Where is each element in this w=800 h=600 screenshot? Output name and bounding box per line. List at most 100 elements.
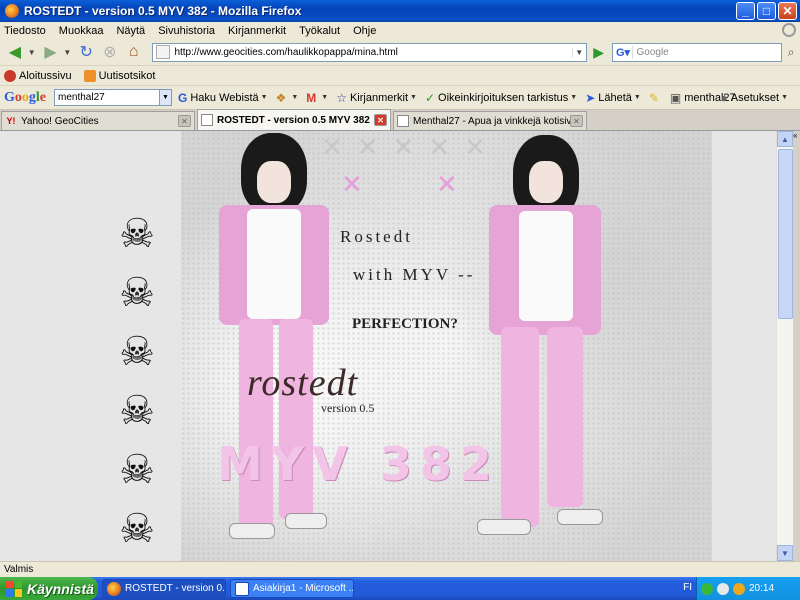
tab-yahoo-geocities[interactable]: Y! Yahoo! GeoCities ✕ xyxy=(1,111,195,130)
highlight-button[interactable]: ✎ xyxy=(649,91,662,105)
google-logo[interactable]: Google xyxy=(4,90,46,106)
chevron-down-icon[interactable]: ▼ xyxy=(410,94,417,101)
home-button[interactable]: ⌂ xyxy=(123,41,145,63)
status-bar: Valmis xyxy=(0,561,800,577)
url-text[interactable]: http://www.geocities.com/haulikkopappa/m… xyxy=(174,47,571,58)
chevron-down-icon[interactable]: ▼ xyxy=(634,94,641,101)
chevron-down-icon[interactable]: ▼ xyxy=(291,94,298,101)
navigation-toolbar: ◀ ▼ ▶ ▼ ↻ ⊗ ⌂ http://www.geocities.com/h… xyxy=(0,39,800,66)
title-bar: ROSTEDT - version 0.5 MYV 382 - Mozilla … xyxy=(0,0,800,22)
x-decoration: ✕✕✕✕✕ xyxy=(321,133,500,163)
google-bookmarks-button[interactable]: ☆ Kirjanmerkit ▼ xyxy=(336,91,417,105)
menu-view[interactable]: Näytä xyxy=(116,25,145,37)
tray-security-icon[interactable] xyxy=(733,582,745,595)
menu-edit[interactable]: Muokkaa xyxy=(59,25,104,37)
forward-history-dropdown-icon[interactable]: ▼ xyxy=(63,48,71,57)
gmail-button[interactable]: M ▼ xyxy=(306,91,328,105)
tray-network-icon[interactable] xyxy=(701,582,713,595)
page-favicon-icon xyxy=(156,45,171,59)
back-button[interactable]: ◀ xyxy=(4,41,26,63)
popup-blocker-button[interactable]: ❖ ▼ xyxy=(276,91,299,105)
version-text: version 0.5 xyxy=(321,401,375,415)
windows-taskbar: Käynnistä ROSTEDT - version 0.... Asiaki… xyxy=(0,577,800,600)
bookmark-icon xyxy=(4,69,16,82)
go-button[interactable]: ▶ xyxy=(589,42,609,62)
page-content: ☠ ☠ ☠ ☠ ☠ ☠ ✕✕✕✕✕ ✕ ✕ Rostedt with MYV -… xyxy=(0,131,776,561)
taskbar-item-label: Asiakirja1 - Microsoft ... xyxy=(253,583,354,594)
status-text: Valmis xyxy=(4,564,34,575)
chevron-down-icon[interactable]: ▼ xyxy=(781,94,788,101)
skull-crossbones-icon: ☠ xyxy=(119,389,155,433)
vertical-scrollbar[interactable]: ▲ ▼ xyxy=(776,131,793,561)
scroll-down-icon[interactable]: ▼ xyxy=(777,545,793,561)
myv-382-text: MYV 382 xyxy=(217,437,500,491)
language-indicator[interactable]: FI xyxy=(683,582,692,593)
start-button[interactable]: Käynnistä xyxy=(0,577,98,600)
tab-rostedt[interactable]: ROSTEDT - version 0.5 MYV 382 ✕ xyxy=(197,109,391,130)
google-g-icon: G xyxy=(178,90,188,105)
firefox-icon xyxy=(107,581,121,596)
bookmark-label: Aloitussivu xyxy=(19,69,72,82)
windows-logo-icon xyxy=(6,580,22,597)
taskbar-firefox[interactable]: ROSTEDT - version 0.... xyxy=(102,579,226,598)
menu-bar: Tiedosto Muokkaa Näytä Sivuhistoria Kirj… xyxy=(0,22,800,39)
bookmark-home[interactable]: Aloitussivu xyxy=(4,69,72,82)
forward-button[interactable]: ▶ xyxy=(40,41,62,63)
url-bar[interactable]: http://www.geocities.com/haulikkopappa/m… xyxy=(152,42,587,62)
start-label: Käynnistä xyxy=(27,580,94,597)
chevron-down-icon[interactable]: ▼ xyxy=(570,94,577,101)
tab-label: ROSTEDT - version 0.5 MYV 382 xyxy=(217,114,370,126)
tab-menthal27[interactable]: Menthal27 - Apua ja vinkkejä kotisivuj..… xyxy=(393,111,587,130)
x-decoration-pink: ✕ xyxy=(436,169,458,199)
tray-volume-icon[interactable] xyxy=(717,582,729,595)
search-web-label: Haku Webistä xyxy=(190,91,259,104)
system-tray: 20:14 xyxy=(696,577,800,600)
spellcheck-icon: ✓ xyxy=(424,90,436,105)
menu-history[interactable]: Sivuhistoria xyxy=(158,25,215,37)
google-bookmarks-label: Kirjanmerkit xyxy=(349,91,409,104)
send-button[interactable]: ➤ Lähetä ▼ xyxy=(585,91,641,105)
settings-label: Asetukset xyxy=(730,91,780,104)
close-button[interactable]: ✕ xyxy=(778,2,797,20)
back-history-dropdown-icon[interactable]: ▼ xyxy=(28,48,36,57)
tab-label: Menthal27 - Apua ja vinkkejä kotisivuj..… xyxy=(413,115,570,127)
google-search-input[interactable]: menthal27 xyxy=(54,89,160,106)
menu-help[interactable]: Ohje xyxy=(353,25,376,37)
highlighter-icon: ✎ xyxy=(648,90,659,105)
taskbar-word[interactable]: Asiakirja1 - Microsoft ... xyxy=(230,579,354,598)
search-box[interactable]: G▾ Google xyxy=(612,42,783,62)
minimize-button[interactable]: _ xyxy=(736,2,755,20)
page-icon xyxy=(397,115,409,127)
header-banner-image: ✕✕✕✕✕ ✕ ✕ Rostedt with MYV -- PERFECTION… xyxy=(181,131,712,561)
bookmark-news[interactable]: Uutisotsikot xyxy=(83,69,156,82)
menu-tools[interactable]: Työkalut xyxy=(299,25,340,37)
banner-text-with-myv: with MYV -- xyxy=(353,265,476,284)
google-search-dropdown-icon[interactable]: ▼ xyxy=(160,89,172,106)
skull-crossbones-icon: ☠ xyxy=(119,448,155,492)
clock[interactable]: 20:14 xyxy=(749,583,774,594)
search-web-button[interactable]: G Haku Webistä ▼ xyxy=(178,91,268,105)
stop-button[interactable]: ⊗ xyxy=(99,41,121,63)
search-placeholder: Google xyxy=(636,46,669,58)
menu-bookmarks[interactable]: Kirjanmerkit xyxy=(228,25,286,37)
gmail-icon: M xyxy=(306,90,317,105)
scrollbar-thumb[interactable] xyxy=(778,149,793,319)
settings-button[interactable]: ● Asetukset ▼ xyxy=(721,91,789,105)
close-tab-icon[interactable]: ✕ xyxy=(570,115,583,127)
reload-button[interactable]: ↻ xyxy=(75,41,97,63)
bookmark-label: Uutisotsikot xyxy=(98,69,156,82)
scroll-up-icon[interactable]: ▲ xyxy=(777,131,793,147)
star-icon: ☆ xyxy=(336,90,347,105)
chevron-down-icon[interactable]: ▼ xyxy=(321,94,328,101)
close-tab-icon[interactable]: ✕ xyxy=(374,114,387,126)
sidebar-toggle-strip[interactable]: « xyxy=(793,131,800,561)
chevron-down-icon[interactable]: ▼ xyxy=(261,94,268,101)
x-decoration-pink: ✕ xyxy=(341,169,363,199)
maximize-button[interactable]: □ xyxy=(757,2,776,20)
search-icon[interactable]: ⌕ xyxy=(782,43,800,61)
menu-file[interactable]: Tiedosto xyxy=(4,25,46,37)
close-tab-icon[interactable]: ✕ xyxy=(178,115,191,127)
url-dropdown-icon[interactable]: ▼ xyxy=(571,47,586,57)
google-search-engine-icon[interactable]: G▾ xyxy=(613,45,634,59)
spellcheck-button[interactable]: ✓ Oikeinkirjoituksen tarkistus ▼ xyxy=(425,91,577,105)
